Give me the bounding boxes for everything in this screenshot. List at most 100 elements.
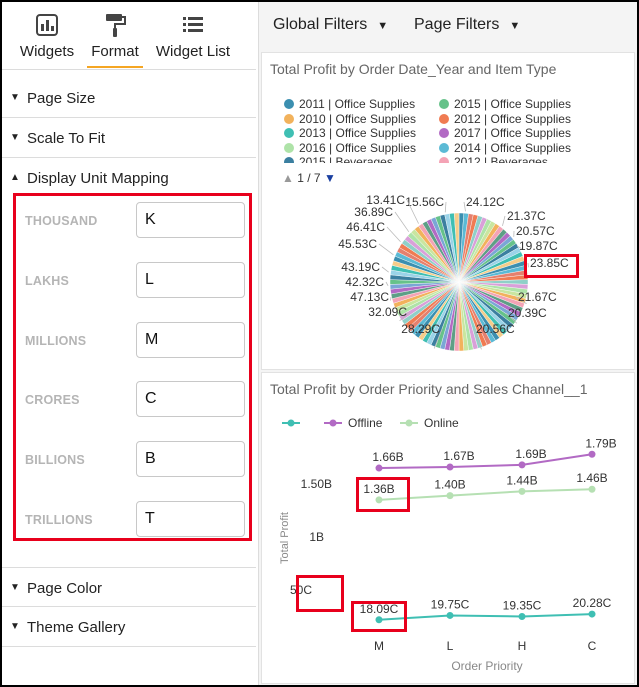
- pager-next-icon[interactable]: ▼: [324, 171, 336, 185]
- slice-leader-line: [444, 201, 447, 213]
- legend-label: 2013 | Office Supplies: [299, 126, 416, 141]
- legend-label: 2011 | Office Supplies: [299, 97, 416, 111]
- slice-label: 21.37C: [507, 209, 546, 223]
- trillions-input[interactable]: [136, 501, 245, 537]
- legend-label: 2017 | Office Supplies: [454, 126, 571, 141]
- caret-down-icon: ▼: [509, 20, 521, 32]
- legend-swatch: [439, 99, 449, 109]
- online-point[interactable]: [588, 485, 596, 493]
- unit-label: CRORES: [25, 393, 80, 407]
- tab-widget-list[interactable]: Widget List: [150, 12, 236, 60]
- section-scale-to-fit[interactable]: ▼ Scale To Fit: [2, 118, 256, 158]
- slice-label: 36.89C: [354, 205, 393, 219]
- caret-down-icon: ▼: [377, 20, 389, 32]
- offline-point[interactable]: [588, 450, 596, 458]
- unit-label: TRILLIONS: [25, 513, 93, 527]
- slice-label: 32.09C: [368, 305, 407, 319]
- data-label: 1.66B: [372, 450, 403, 464]
- x-tick-label: L: [447, 639, 454, 653]
- section-label: Page Size: [27, 90, 96, 107]
- line-widget[interactable]: Total Profit by Order Priority and Sales…: [261, 372, 635, 684]
- slice-label: 13.41C: [366, 193, 405, 207]
- crores-input[interactable]: [136, 381, 245, 417]
- global-filters-label: Global Filters: [273, 16, 368, 33]
- pie-widget[interactable]: Total Profit by Order Date_Year and Item…: [261, 52, 635, 370]
- section-display-unit-mapping[interactable]: ▲ Display Unit Mapping: [2, 158, 256, 198]
- legend-pager[interactable]: ▲ 1 / 7 ▼: [282, 171, 336, 185]
- data-label: 1.67B: [443, 449, 474, 463]
- caret-up-icon: ▲: [10, 172, 20, 183]
- highlight-box: [351, 601, 407, 632]
- tab-widgets[interactable]: Widgets: [16, 12, 78, 60]
- slice-leader-line: [385, 281, 389, 286]
- series-point[interactable]: [588, 610, 596, 618]
- slice-leader-line: [394, 211, 410, 233]
- slice-leader-line: [502, 215, 506, 226]
- legend-label: Offline: [348, 416, 383, 430]
- highlight-box: [524, 254, 579, 278]
- slice-leader-line: [378, 243, 394, 256]
- section-theme-gallery[interactable]: ▼ Theme Gallery: [2, 607, 256, 647]
- unit-row-millions: MILLIONS: [16, 320, 249, 360]
- legend-label: 2014 | Office Supplies: [454, 140, 571, 155]
- global-filters-dropdown[interactable]: Global Filters ▼: [273, 16, 388, 34]
- online-point[interactable]: [446, 492, 454, 500]
- highlight-box: [356, 477, 410, 512]
- legend-marker: [287, 419, 295, 427]
- unit-row-trillions: TRILLIONS: [16, 499, 249, 539]
- section-label: Scale To Fit: [27, 130, 106, 147]
- slice-label: 43.19C: [341, 260, 380, 274]
- offline-point[interactable]: [518, 461, 526, 469]
- online-line: [378, 488, 593, 501]
- unit-row-thousand: THOUSAND: [16, 200, 249, 240]
- millions-input[interactable]: [136, 322, 245, 358]
- section-page-color[interactable]: ▼ Page Color: [2, 567, 256, 607]
- pager-text: 1 / 7: [297, 171, 321, 185]
- online-point[interactable]: [518, 487, 526, 495]
- caret-down-icon: ▼: [10, 582, 20, 593]
- slice-label: 20.56C: [476, 322, 515, 336]
- filter-bar: Global Filters ▼ Page Filters ▼: [259, 2, 637, 50]
- unit-row-billions: BILLIONS: [16, 439, 249, 479]
- offline-point[interactable]: [375, 464, 383, 472]
- series-point[interactable]: [518, 612, 526, 620]
- y-tick-label: 1.50B: [301, 477, 332, 491]
- tab-label: Widget List: [155, 43, 231, 60]
- format-panel: Widgets Format Widget List ▼ Page Size ▼…: [2, 2, 256, 685]
- tab-format[interactable]: Format: [87, 12, 143, 68]
- pager-prev-icon[interactable]: ▲: [282, 171, 294, 185]
- data-label: 19.35C: [503, 598, 542, 612]
- page-filters-dropdown[interactable]: Page Filters ▼: [414, 16, 520, 34]
- data-label: 1.79B: [585, 436, 616, 450]
- y-tick-label: 1B: [309, 530, 324, 544]
- data-label: 1.46B: [576, 471, 607, 485]
- slice-label: 47.13C: [350, 290, 389, 304]
- thousand-input[interactable]: [136, 202, 245, 238]
- series-line: [378, 613, 593, 621]
- unit-label: LAKHS: [25, 274, 70, 288]
- section-label: Display Unit Mapping: [27, 170, 169, 187]
- legend-label: 2012 | Beverages: [454, 155, 548, 163]
- legend-label: 2012 | Office Supplies: [454, 111, 571, 126]
- legend-marker: [329, 419, 337, 427]
- lakhs-input[interactable]: [136, 262, 245, 298]
- legend-swatch: [284, 128, 294, 139]
- unit-label: THOUSAND: [25, 214, 98, 228]
- highlight-box: [296, 575, 344, 612]
- x-axis-label: Order Priority: [451, 659, 522, 673]
- legend-swatch: [284, 113, 294, 124]
- section-page-size[interactable]: ▼ Page Size: [2, 78, 256, 118]
- line-chart: Offline Online1.50B1B50CTotal Profit1.66B…: [279, 416, 617, 673]
- legend-swatch: [439, 157, 449, 163]
- tab-label: Format: [87, 43, 143, 68]
- legend-label: Online: [424, 416, 459, 430]
- unit-label: MILLIONS: [25, 334, 87, 348]
- offline-point[interactable]: [446, 463, 454, 471]
- unit-row-crores: CRORES: [16, 379, 249, 419]
- app-frame: Widgets Format Widget List ▼ Page Size ▼…: [2, 2, 637, 685]
- slice-leader-line: [386, 226, 401, 242]
- pie-legend: 2011 | Office Supplies 2015 | Office Supp…: [284, 97, 614, 163]
- series-point[interactable]: [446, 611, 454, 619]
- billions-input[interactable]: [136, 441, 245, 477]
- legend-swatch: [439, 142, 449, 153]
